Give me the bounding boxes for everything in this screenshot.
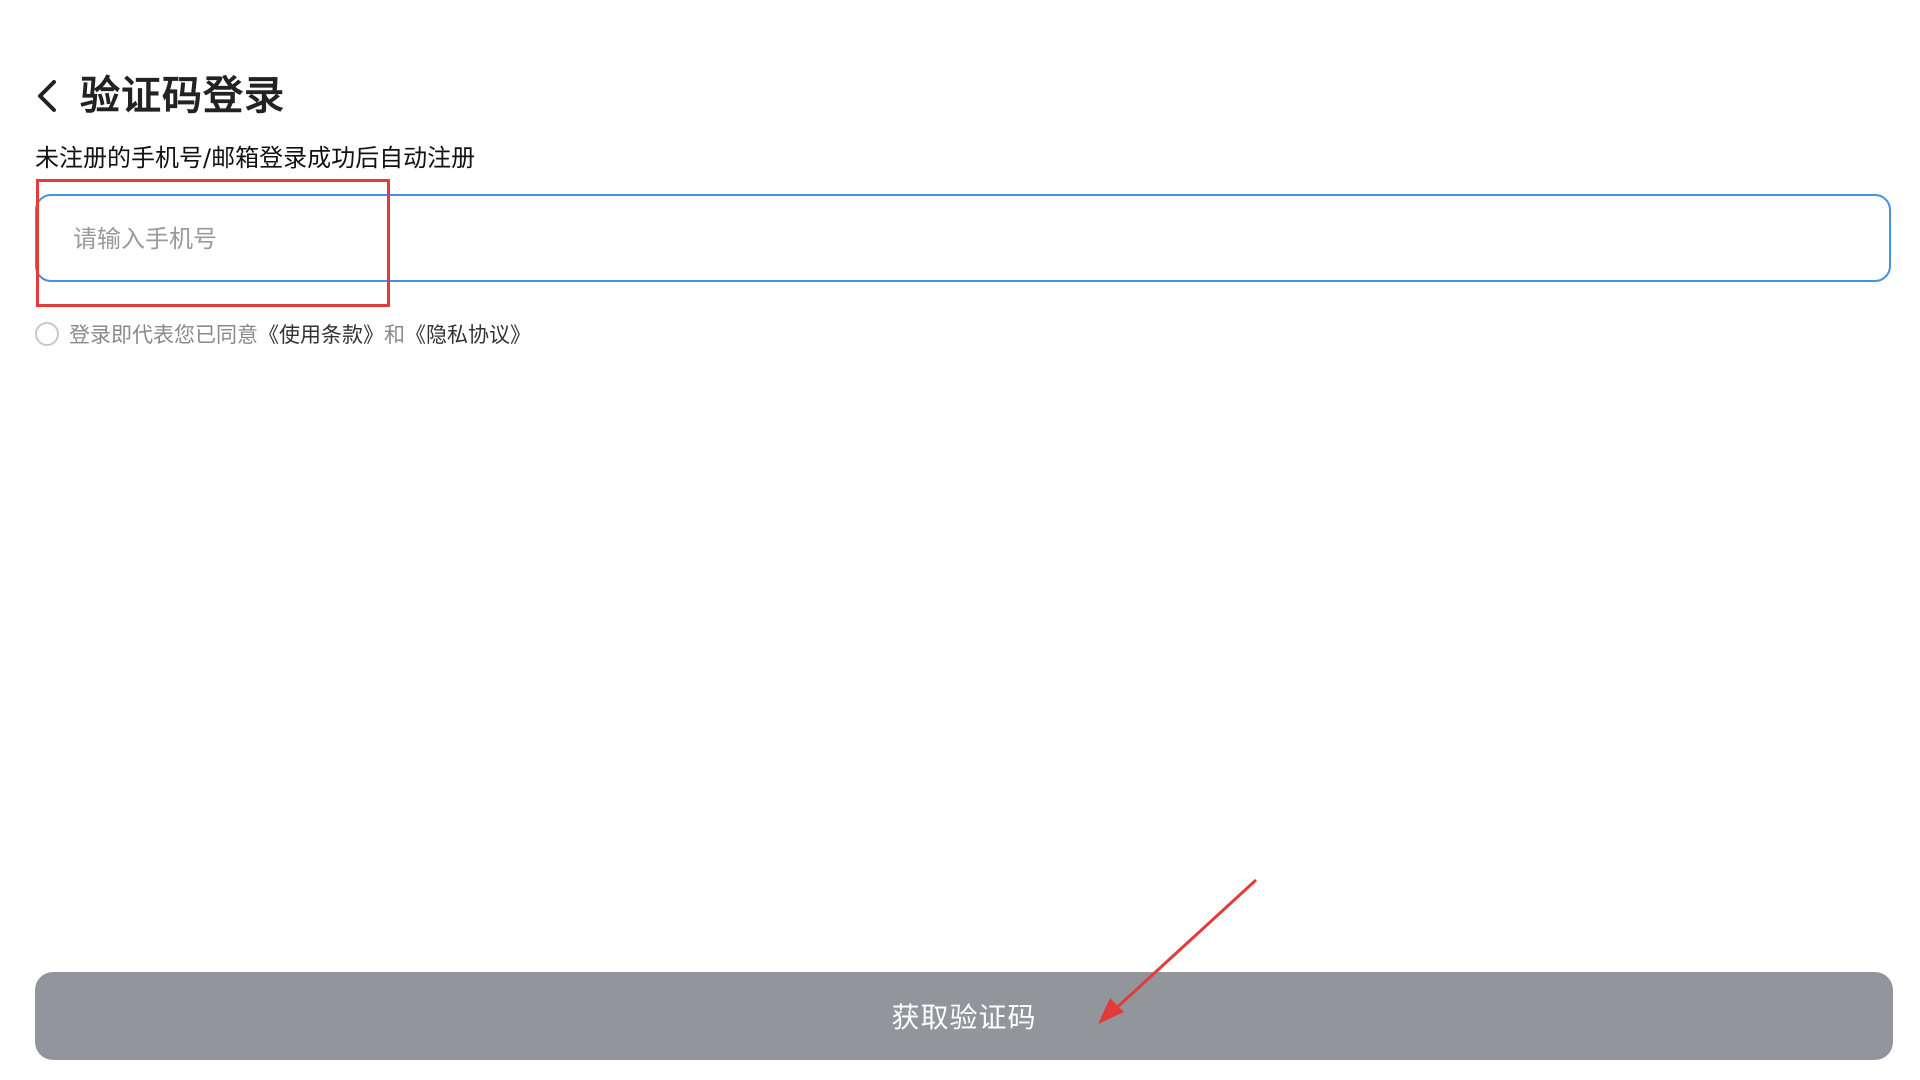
back-button[interactable] (34, 68, 74, 124)
phone-field[interactable] (35, 194, 1891, 282)
agreement-row: 登录即代表您已同意 《使用条款》 和 《隐私协议》 (35, 320, 531, 348)
privacy-link[interactable]: 《隐私协议》 (405, 319, 531, 349)
chevron-left-icon (38, 80, 56, 112)
phone-input[interactable] (71, 196, 1855, 282)
agreement-prefix: 登录即代表您已同意 (69, 323, 258, 347)
agreement-checkbox[interactable] (35, 322, 59, 346)
agreement-conjunction: 和 (384, 323, 405, 347)
login-page: 验证码登录 未注册的手机号/邮箱登录成功后自动注册 登录即代表您已同意 《使用条… (0, 0, 1920, 1080)
register-hint: 未注册的手机号/邮箱登录成功后自动注册 (35, 144, 476, 172)
header: 验证码登录 (34, 68, 285, 124)
terms-link[interactable]: 《使用条款》 (258, 319, 384, 349)
page-title: 验证码登录 (80, 73, 285, 119)
get-code-button[interactable]: 获取验证码 (35, 972, 1893, 1060)
